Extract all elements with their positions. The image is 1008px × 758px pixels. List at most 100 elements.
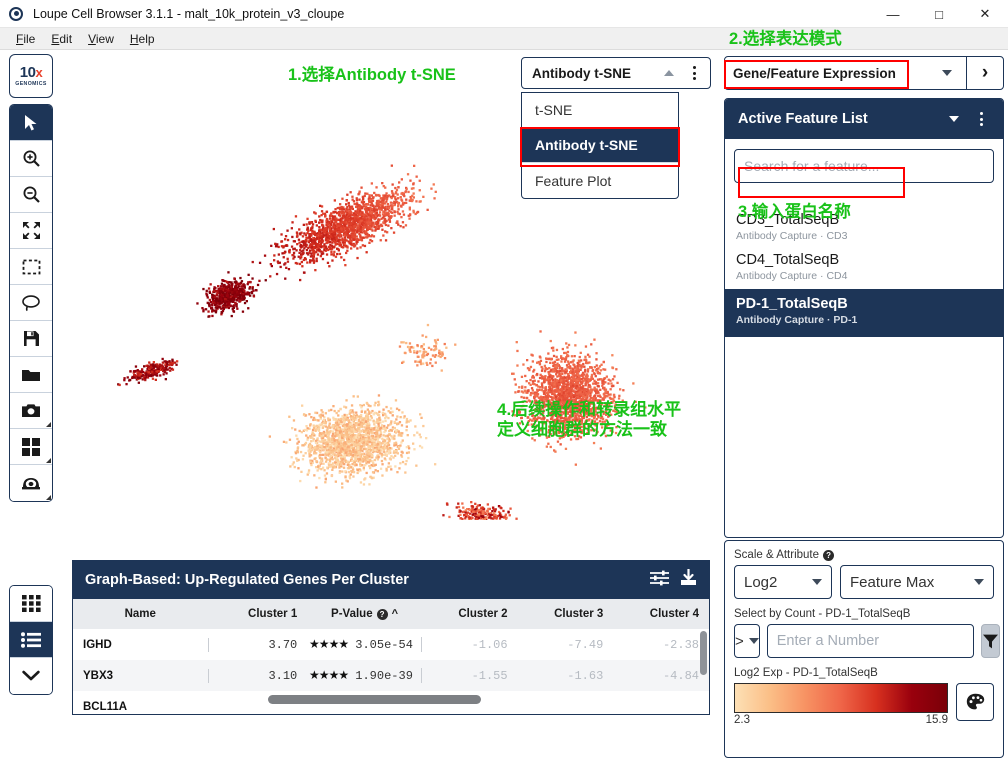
menu-edit[interactable]: Edit	[43, 30, 80, 48]
cell-cluster1: 3.10	[208, 669, 308, 683]
column-header-name[interactable]: Name	[73, 608, 208, 620]
menu-view[interactable]: View	[80, 30, 122, 48]
feature-search-input[interactable]	[734, 149, 994, 183]
colorbar-min: 2.3	[734, 714, 750, 726]
table-row[interactable]: IGHD 3.70 ★★★★ 3.05e-54 -1.06 -7.49 -2.3…	[73, 629, 709, 660]
cell-name: BCL11A	[73, 701, 208, 713]
feature-item-pd1[interactable]: PD-1_TotalSeqB Antibody Capture · PD-1	[725, 289, 1003, 337]
colorbar-max: 15.9	[926, 714, 948, 726]
cell-pvalue: ★★★★ 1.90e-39	[307, 668, 422, 683]
column-header-cluster2[interactable]: Cluster 2	[422, 608, 518, 620]
expression-mode-value: Gene/Feature Expression	[725, 66, 927, 81]
attribute-select[interactable]: Feature Max	[840, 565, 994, 599]
expression-mode-select[interactable]: Gene/Feature Expression ›	[724, 56, 1004, 90]
fit-screen-tool[interactable]	[10, 213, 52, 249]
zoom-in-tool[interactable]	[10, 141, 52, 177]
expression-mode-caret[interactable]	[927, 57, 967, 89]
help-icon[interactable]: ?	[377, 609, 388, 620]
feature-item-cd4[interactable]: CD4_TotalSeqB Antibody Capture · CD4	[725, 249, 1003, 289]
annotation-step-2: 2.选择表达模式	[729, 30, 842, 49]
caret-up-icon[interactable]	[664, 70, 674, 76]
grid-view-button[interactable]	[10, 586, 52, 622]
kebab-menu-icon[interactable]	[686, 66, 702, 80]
open-folder-tool[interactable]	[10, 357, 52, 393]
active-feature-list-card: Active Feature List CD3_TotalSeqB Antibo…	[724, 98, 1004, 538]
view-option-antibody-tsne[interactable]: Antibody t-SNE	[522, 128, 678, 163]
scale-attribute-label: Scale & Attribute ?	[734, 549, 994, 561]
window-title: Loupe Cell Browser 3.1.1 - malt_10k_prot…	[33, 7, 344, 21]
menu-file[interactable]: File	[8, 30, 43, 48]
tenx-genomics-logo: 10x GENOMICS	[9, 54, 53, 98]
column-header-cluster4[interactable]: Cluster 4	[613, 608, 709, 620]
zoom-out-tool[interactable]	[10, 177, 52, 213]
cluster-table-title: Graph-Based: Up-Regulated Genes Per Clus…	[85, 572, 650, 588]
select-by-count-row: >	[734, 624, 994, 658]
table-vertical-scrollbar[interactable]	[700, 631, 707, 675]
chevron-down-icon	[942, 70, 952, 76]
palette-icon[interactable]	[956, 683, 994, 721]
attribute-value: Feature Max	[850, 574, 934, 591]
chevron-down-icon	[812, 579, 822, 585]
cell-cluster4: -4.84	[613, 669, 709, 683]
chevron-down-icon[interactable]	[949, 116, 959, 122]
list-view-button[interactable]	[10, 622, 52, 658]
cell-cluster2: -1.06	[422, 638, 518, 652]
expression-colorbar	[734, 683, 948, 713]
pvalue-text: 3.05e-54	[355, 638, 413, 652]
rectangle-select-tool[interactable]	[10, 249, 52, 285]
table-horizontal-scrollbar[interactable]	[268, 695, 481, 704]
view-type-select[interactable]: Antibody t-SNE	[521, 57, 711, 89]
legend-row: 2.3 15.9	[734, 683, 994, 726]
scale-row: Log2 Feature Max	[734, 565, 994, 599]
right-panel: Gene/Feature Expression › Active Feature…	[720, 50, 1008, 715]
view-type-value: Antibody t-SNE	[522, 66, 664, 81]
sliders-icon[interactable]	[650, 570, 669, 591]
save-tool[interactable]	[10, 321, 52, 357]
operator-select[interactable]: >	[734, 624, 760, 658]
funnel-icon[interactable]	[981, 624, 1000, 658]
cell-cluster1: 3.70	[208, 638, 308, 652]
active-feature-list-title: Active Feature List	[731, 111, 949, 127]
feature-name: CD4_TotalSeqB	[736, 252, 992, 268]
view-option-tsne[interactable]: t-SNE	[522, 93, 678, 128]
column-header-cluster3[interactable]: Cluster 3	[518, 608, 614, 620]
expression-mode-next-button[interactable]: ›	[967, 62, 1003, 84]
cell-cluster4: -2.38	[613, 638, 709, 652]
view-type-dropdown-menu[interactable]: t-SNE Antibody t-SNE Feature Plot	[521, 92, 679, 199]
pvalue-stars: ★★★★	[309, 638, 348, 652]
count-number-input[interactable]	[767, 624, 974, 658]
tool-group-main	[9, 104, 53, 502]
select-by-count-label: Select by Count - PD-1_TotalSeqB	[734, 608, 994, 620]
menu-help[interactable]: Help	[122, 30, 163, 48]
annotation-step-1: 1.选择Antibody t-SNE	[288, 66, 456, 85]
cursor-tool[interactable]	[10, 105, 52, 141]
split-view-tool[interactable]	[10, 429, 52, 465]
feature-list: CD3_TotalSeqB Antibody Capture · CD3 CD4…	[725, 209, 1003, 337]
active-feature-list-header: Active Feature List	[725, 99, 1003, 139]
close-button[interactable]: ✕	[962, 0, 1008, 28]
sort-asc-icon[interactable]: ^	[392, 608, 398, 620]
maximize-button[interactable]: □	[916, 0, 962, 28]
help-icon[interactable]: ?	[823, 550, 834, 561]
table-row[interactable]: YBX3 3.10 ★★★★ 1.90e-39 -1.55 -1.63 -4.8…	[73, 660, 709, 691]
loupe-icon	[9, 7, 23, 21]
cell-name: IGHD	[73, 639, 208, 651]
legend-title: Log2 Exp - PD-1_TotalSeqB	[734, 667, 994, 679]
pvalue-stars: ★★★★	[309, 669, 348, 683]
lasso-select-tool[interactable]	[10, 285, 52, 321]
scale-value: Log2	[744, 574, 777, 591]
collapse-chevron-button[interactable]	[10, 658, 52, 694]
cell-cluster3: -1.63	[518, 669, 614, 683]
feature-name: PD-1_TotalSeqB	[736, 296, 992, 312]
column-header-pvalue[interactable]: P-Value ? ^	[307, 608, 422, 620]
menu-bar: File Edit View Help	[0, 28, 1008, 50]
view-option-feature-plot[interactable]: Feature Plot	[522, 163, 678, 198]
download-icon[interactable]	[680, 569, 697, 591]
heatmap-tool[interactable]	[10, 465, 52, 501]
minimize-button[interactable]: —	[870, 0, 916, 28]
column-header-cluster1[interactable]: Cluster 1	[208, 608, 308, 620]
left-toolbar: 10x GENOMICS	[0, 50, 62, 715]
screenshot-tool[interactable]	[10, 393, 52, 429]
scale-select[interactable]: Log2	[734, 565, 832, 599]
kebab-menu-icon[interactable]	[973, 112, 989, 126]
